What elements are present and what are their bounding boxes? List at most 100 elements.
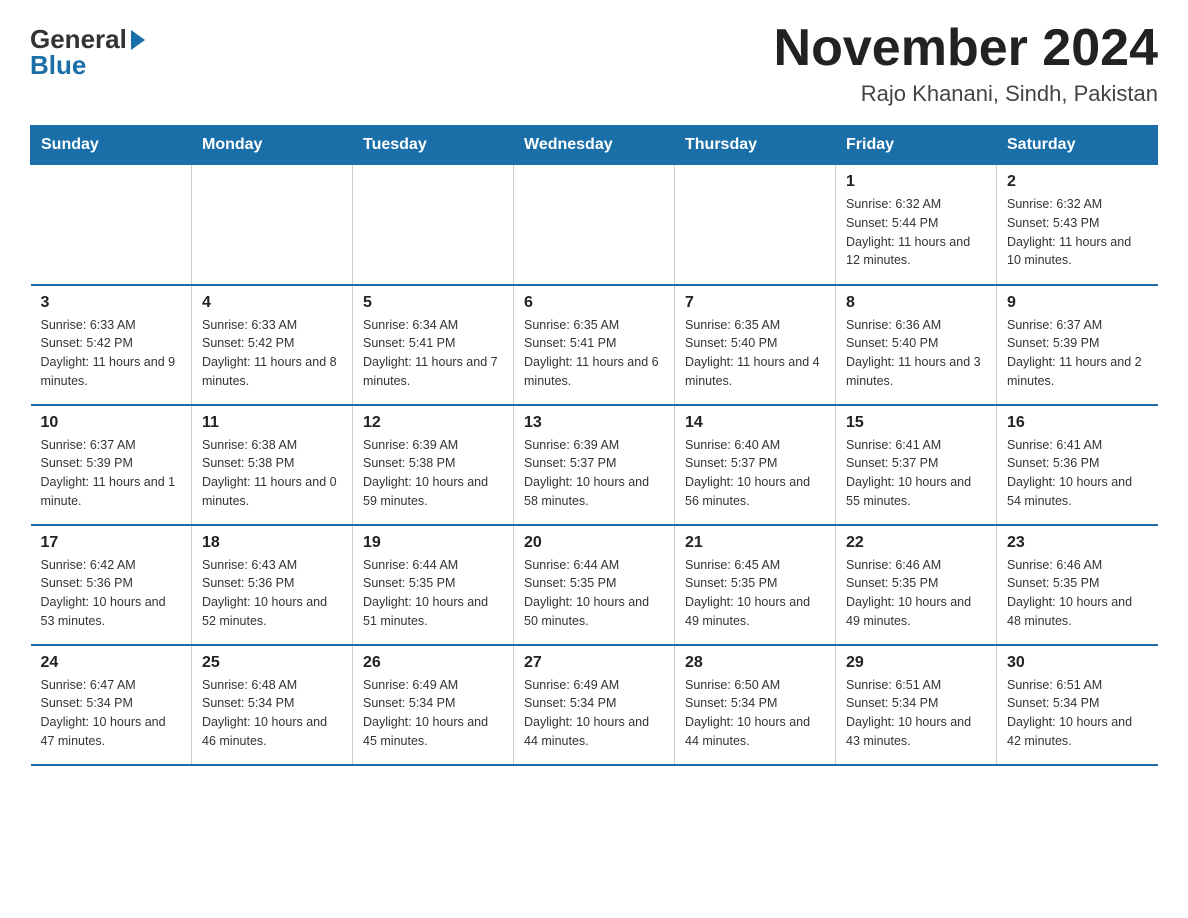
day-number: 12 — [363, 414, 503, 432]
calendar-cell — [353, 165, 514, 285]
day-number: 11 — [202, 414, 342, 432]
day-number: 5 — [363, 294, 503, 312]
calendar-week-row: 24 Sunrise: 6:47 AM Sunset: 5:34 PM Dayli… — [31, 645, 1158, 765]
calendar-cell: 25 Sunrise: 6:48 AM Sunset: 5:34 PM Dayli… — [192, 645, 353, 765]
calendar-cell: 29 Sunrise: 6:51 AM Sunset: 5:34 PM Dayli… — [836, 645, 997, 765]
calendar-cell: 1Sunrise: 6:32 AM Sunset: 5:44 PM Daylig… — [836, 165, 997, 285]
day-number: 10 — [41, 414, 182, 432]
day-number: 3 — [41, 294, 182, 312]
calendar-cell: 5 Sunrise: 6:34 AM Sunset: 5:41 PM Daylig… — [353, 285, 514, 405]
day-info: Sunrise: 6:37 AM Sunset: 5:39 PM Dayligh… — [1007, 316, 1148, 391]
calendar-cell: 14 Sunrise: 6:40 AM Sunset: 5:37 PM Dayli… — [675, 405, 836, 525]
day-number: 9 — [1007, 294, 1148, 312]
day-info: Sunrise: 6:36 AM Sunset: 5:40 PM Dayligh… — [846, 316, 986, 391]
calendar-cell — [192, 165, 353, 285]
day-info: Sunrise: 6:39 AM Sunset: 5:37 PM Dayligh… — [524, 436, 664, 511]
day-info: Sunrise: 6:35 AM Sunset: 5:40 PM Dayligh… — [685, 316, 825, 391]
calendar-cell: 7 Sunrise: 6:35 AM Sunset: 5:40 PM Daylig… — [675, 285, 836, 405]
day-info: Sunrise: 6:40 AM Sunset: 5:37 PM Dayligh… — [685, 436, 825, 511]
header-thursday: Thursday — [675, 126, 836, 165]
calendar-week-row: 17Sunrise: 6:42 AM Sunset: 5:36 PM Dayli… — [31, 525, 1158, 645]
day-info: Sunrise: 6:34 AM Sunset: 5:41 PM Dayligh… — [363, 316, 503, 391]
day-number: 24 — [41, 654, 182, 672]
day-info: Sunrise: 6:32 AM Sunset: 5:44 PM Dayligh… — [846, 195, 986, 270]
calendar-cell: 6 Sunrise: 6:35 AM Sunset: 5:41 PM Daylig… — [514, 285, 675, 405]
logo-arrow-icon — [131, 30, 145, 50]
calendar-cell: 16 Sunrise: 6:41 AM Sunset: 5:36 PM Dayli… — [997, 405, 1158, 525]
day-number: 7 — [685, 294, 825, 312]
day-number: 2 — [1007, 173, 1148, 191]
calendar-cell: 11 Sunrise: 6:38 AM Sunset: 5:38 PM Dayli… — [192, 405, 353, 525]
calendar-cell: 24 Sunrise: 6:47 AM Sunset: 5:34 PM Dayli… — [31, 645, 192, 765]
logo-general-text: General — [30, 26, 127, 52]
day-number: 30 — [1007, 654, 1148, 672]
calendar-cell — [31, 165, 192, 285]
day-info: Sunrise: 6:46 AM Sunset: 5:35 PM Dayligh… — [846, 556, 986, 631]
day-info: Sunrise: 6:39 AM Sunset: 5:38 PM Dayligh… — [363, 436, 503, 511]
header-friday: Friday — [836, 126, 997, 165]
day-info: Sunrise: 6:47 AM Sunset: 5:34 PM Dayligh… — [41, 676, 182, 751]
day-number: 21 — [685, 534, 825, 552]
day-number: 27 — [524, 654, 664, 672]
page-header: General Blue November 2024 Rajo Khanani,… — [30, 20, 1158, 107]
day-info: Sunrise: 6:49 AM Sunset: 5:34 PM Dayligh… — [363, 676, 503, 751]
calendar-week-row: 1Sunrise: 6:32 AM Sunset: 5:44 PM Daylig… — [31, 165, 1158, 285]
calendar-cell: 8 Sunrise: 6:36 AM Sunset: 5:40 PM Daylig… — [836, 285, 997, 405]
logo: General Blue — [30, 20, 145, 78]
calendar-cell: 22 Sunrise: 6:46 AM Sunset: 5:35 PM Dayli… — [836, 525, 997, 645]
day-info: Sunrise: 6:45 AM Sunset: 5:35 PM Dayligh… — [685, 556, 825, 631]
calendar-cell: 23 Sunrise: 6:46 AM Sunset: 5:35 PM Dayli… — [997, 525, 1158, 645]
calendar-cell: 17Sunrise: 6:42 AM Sunset: 5:36 PM Dayli… — [31, 525, 192, 645]
day-number: 22 — [846, 534, 986, 552]
day-info: Sunrise: 6:46 AM Sunset: 5:35 PM Dayligh… — [1007, 556, 1148, 631]
day-number: 17 — [41, 534, 182, 552]
title-area: November 2024 Rajo Khanani, Sindh, Pakis… — [774, 20, 1158, 107]
day-number: 25 — [202, 654, 342, 672]
calendar-cell: 18Sunrise: 6:43 AM Sunset: 5:36 PM Dayli… — [192, 525, 353, 645]
day-info: Sunrise: 6:41 AM Sunset: 5:36 PM Dayligh… — [1007, 436, 1148, 511]
header-monday: Monday — [192, 126, 353, 165]
calendar-header-row: SundayMondayTuesdayWednesdayThursdayFrid… — [31, 126, 1158, 165]
day-info: Sunrise: 6:33 AM Sunset: 5:42 PM Dayligh… — [41, 316, 182, 391]
day-info: Sunrise: 6:49 AM Sunset: 5:34 PM Dayligh… — [524, 676, 664, 751]
calendar-cell: 9 Sunrise: 6:37 AM Sunset: 5:39 PM Daylig… — [997, 285, 1158, 405]
header-tuesday: Tuesday — [353, 126, 514, 165]
day-number: 8 — [846, 294, 986, 312]
day-number: 14 — [685, 414, 825, 432]
day-info: Sunrise: 6:51 AM Sunset: 5:34 PM Dayligh… — [846, 676, 986, 751]
day-number: 20 — [524, 534, 664, 552]
day-number: 6 — [524, 294, 664, 312]
day-number: 28 — [685, 654, 825, 672]
day-info: Sunrise: 6:32 AM Sunset: 5:43 PM Dayligh… — [1007, 195, 1148, 270]
day-number: 23 — [1007, 534, 1148, 552]
day-number: 15 — [846, 414, 986, 432]
day-info: Sunrise: 6:37 AM Sunset: 5:39 PM Dayligh… — [41, 436, 182, 511]
day-info: Sunrise: 6:44 AM Sunset: 5:35 PM Dayligh… — [524, 556, 664, 631]
calendar-cell: 15 Sunrise: 6:41 AM Sunset: 5:37 PM Dayli… — [836, 405, 997, 525]
day-number: 26 — [363, 654, 503, 672]
calendar-cell: 30Sunrise: 6:51 AM Sunset: 5:34 PM Dayli… — [997, 645, 1158, 765]
calendar-cell: 13Sunrise: 6:39 AM Sunset: 5:37 PM Dayli… — [514, 405, 675, 525]
day-info: Sunrise: 6:48 AM Sunset: 5:34 PM Dayligh… — [202, 676, 342, 751]
day-info: Sunrise: 6:33 AM Sunset: 5:42 PM Dayligh… — [202, 316, 342, 391]
calendar-table: SundayMondayTuesdayWednesdayThursdayFrid… — [30, 125, 1158, 766]
calendar-cell — [675, 165, 836, 285]
calendar-cell: 10 Sunrise: 6:37 AM Sunset: 5:39 PM Dayli… — [31, 405, 192, 525]
day-info: Sunrise: 6:41 AM Sunset: 5:37 PM Dayligh… — [846, 436, 986, 511]
day-number: 4 — [202, 294, 342, 312]
calendar-cell: 12 Sunrise: 6:39 AM Sunset: 5:38 PM Dayli… — [353, 405, 514, 525]
calendar-cell: 3 Sunrise: 6:33 AM Sunset: 5:42 PM Daylig… — [31, 285, 192, 405]
calendar-cell: 19Sunrise: 6:44 AM Sunset: 5:35 PM Dayli… — [353, 525, 514, 645]
day-info: Sunrise: 6:38 AM Sunset: 5:38 PM Dayligh… — [202, 436, 342, 511]
day-number: 16 — [1007, 414, 1148, 432]
logo-blue-text: Blue — [30, 52, 86, 78]
day-number: 18 — [202, 534, 342, 552]
calendar-week-row: 10 Sunrise: 6:37 AM Sunset: 5:39 PM Dayli… — [31, 405, 1158, 525]
calendar-week-row: 3 Sunrise: 6:33 AM Sunset: 5:42 PM Daylig… — [31, 285, 1158, 405]
day-number: 19 — [363, 534, 503, 552]
calendar-cell: 27 Sunrise: 6:49 AM Sunset: 5:34 PM Dayli… — [514, 645, 675, 765]
calendar-cell: 2 Sunrise: 6:32 AM Sunset: 5:43 PM Daylig… — [997, 165, 1158, 285]
day-number: 29 — [846, 654, 986, 672]
day-info: Sunrise: 6:35 AM Sunset: 5:41 PM Dayligh… — [524, 316, 664, 391]
calendar-cell: 4 Sunrise: 6:33 AM Sunset: 5:42 PM Daylig… — [192, 285, 353, 405]
